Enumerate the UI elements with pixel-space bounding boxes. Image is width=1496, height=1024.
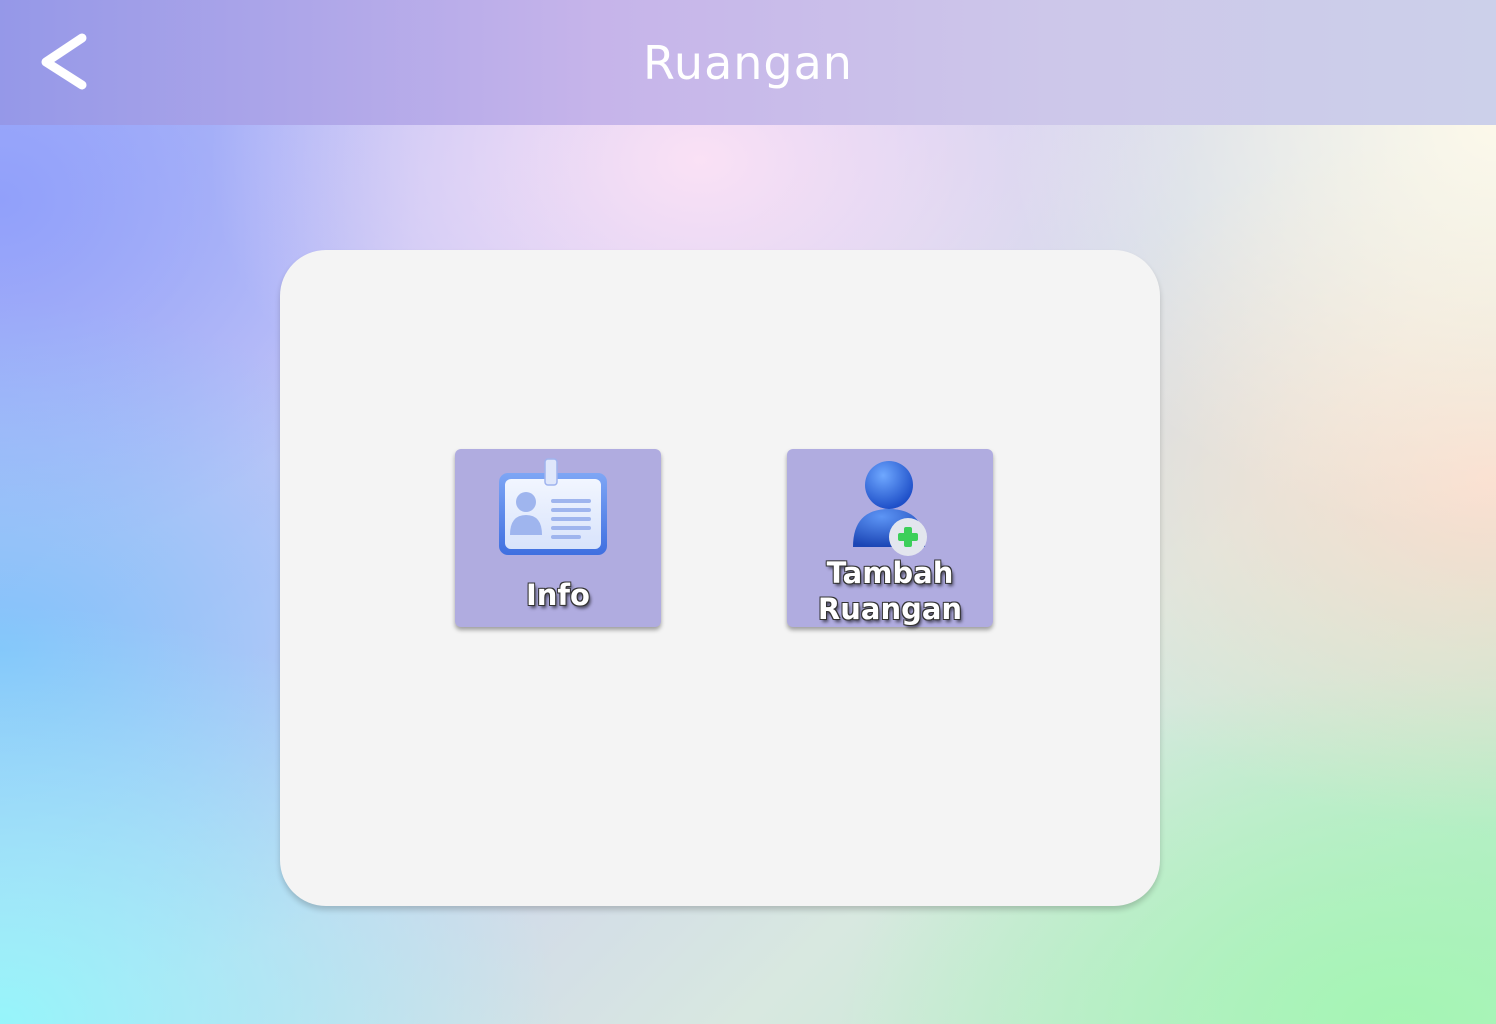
add-room-label-line1: Tambah [826, 556, 954, 590]
info-tile-label: Info [526, 578, 590, 612]
top-app-bar: Ruangan [0, 0, 1496, 125]
info-tile-button[interactable]: Info [455, 449, 661, 627]
menu-panel [280, 250, 1160, 906]
add-room-tile-label: Tambah Ruangan [787, 555, 993, 627]
add-user-icon [853, 461, 927, 556]
page-title: Ruangan [643, 36, 853, 90]
add-room-tile-button[interactable]: Tambah Ruangan [787, 449, 993, 627]
id-card-icon [499, 458, 607, 555]
add-room-label-line2: Ruangan [817, 592, 963, 626]
